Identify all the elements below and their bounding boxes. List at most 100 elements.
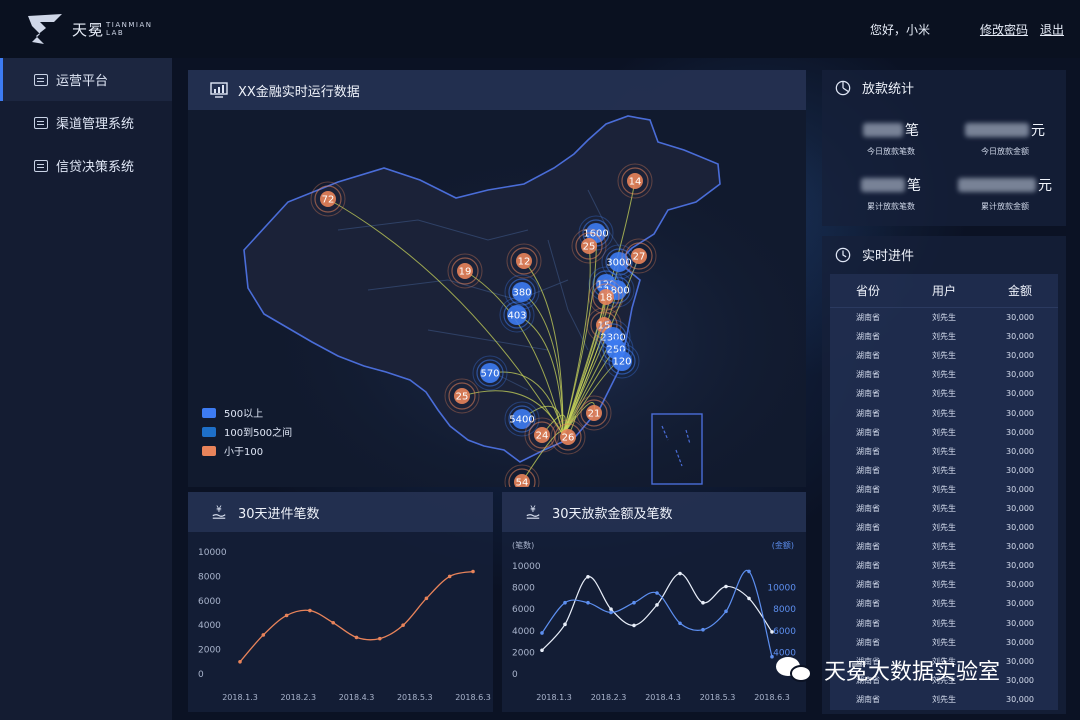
data-point[interactable] bbox=[447, 574, 452, 579]
wechat-icon bbox=[776, 655, 816, 685]
legend-item: 500以上 bbox=[202, 403, 292, 422]
cell-user: 刘先生 bbox=[932, 580, 956, 590]
cell-user: 刘先生 bbox=[932, 370, 956, 380]
right-axis-label: (金额) bbox=[772, 540, 794, 550]
data-point[interactable] bbox=[747, 596, 751, 601]
point-label: 26 bbox=[562, 433, 575, 444]
data-point[interactable] bbox=[308, 608, 312, 613]
table-body: 湖南省 刘先生 30,000 湖南省 刘先生 30,000 湖南省 刘先生 30,000 湖南省刘… bbox=[830, 308, 1058, 709]
table-row: 湖南省 刘先生 30,000 bbox=[830, 556, 1058, 575]
point-label: 570 bbox=[480, 369, 499, 380]
point-label: 72 bbox=[322, 195, 335, 206]
change-password-link[interactable]: 修改密码 bbox=[980, 21, 1028, 38]
data-point[interactable] bbox=[284, 613, 289, 618]
data-point[interactable] bbox=[632, 623, 636, 628]
data-point[interactable] bbox=[701, 627, 705, 632]
cell-user: 刘先生 bbox=[932, 599, 956, 609]
cell-province: 湖南省 bbox=[856, 694, 880, 704]
data-point[interactable] bbox=[724, 584, 728, 589]
cell-amount: 30,000 bbox=[1006, 446, 1034, 456]
stat-label: 今日放款笔数 bbox=[867, 147, 915, 156]
sidebar-item-channel[interactable]: 渠道管理系统 bbox=[0, 101, 172, 144]
x-tick-label: 2018.2.3 bbox=[280, 693, 316, 702]
data-point[interactable] bbox=[655, 603, 659, 607]
data-point[interactable] bbox=[331, 620, 335, 625]
logo-text: 天冕 bbox=[72, 20, 105, 39]
map-panel-header: XX金融实时运行数据 bbox=[188, 70, 806, 110]
cell-amount: 30,000 bbox=[1006, 618, 1034, 628]
data-point[interactable] bbox=[563, 622, 567, 627]
data-point[interactable] bbox=[471, 569, 475, 574]
table-row: 湖南省 刘先生 30,000 bbox=[830, 594, 1058, 613]
cell-province: 湖南省 bbox=[856, 542, 880, 552]
cell-user: 刘先生 bbox=[932, 542, 956, 552]
chart-body: (笔数) (金额) 0 2000 4000 6000 8000 10000 4000 6000 80… bbox=[502, 532, 806, 712]
cell-province: 湖南省 bbox=[856, 484, 880, 494]
data-point[interactable] bbox=[724, 609, 728, 614]
greeting-text: 您好，小米 bbox=[869, 23, 930, 37]
cell-amount: 30,000 bbox=[1006, 484, 1034, 494]
cell-amount: 30,000 bbox=[1006, 542, 1034, 552]
cell-user: 刘先生 bbox=[932, 389, 956, 399]
table-row: 湖南省 刘先生 30,000 bbox=[830, 423, 1058, 442]
cell-user: 刘先生 bbox=[932, 503, 956, 513]
y-tick-label-right: 8000 bbox=[773, 605, 796, 615]
table-row: 湖南省 刘先生 30,000 bbox=[830, 633, 1058, 652]
data-point[interactable] bbox=[563, 600, 567, 605]
y-tick-label-right: 6000 bbox=[773, 627, 796, 637]
data-point[interactable] bbox=[747, 569, 751, 574]
sidebar-item-operations[interactable]: 运营平台 bbox=[0, 58, 172, 101]
data-point[interactable] bbox=[261, 633, 266, 637]
cell-province: 湖南省 bbox=[856, 580, 880, 590]
data-point[interactable] bbox=[701, 600, 705, 605]
left-axis-label: (笔数) bbox=[512, 540, 534, 550]
legend-swatch bbox=[202, 445, 216, 456]
data-point[interactable] bbox=[401, 623, 405, 627]
stat-unit: 元 bbox=[1038, 178, 1052, 194]
y-tick-label: 10000 bbox=[198, 548, 227, 558]
data-point[interactable] bbox=[354, 635, 359, 640]
cell-province: 湖南省 bbox=[856, 389, 880, 399]
table-row: 湖南省 刘先生 30,000 bbox=[830, 575, 1058, 594]
logout-link[interactable]: 退出 bbox=[1040, 21, 1064, 38]
point-label: 18 bbox=[600, 293, 613, 304]
data-point[interactable] bbox=[609, 607, 613, 611]
data-point[interactable] bbox=[632, 600, 636, 605]
applications-line-chart: 0 2000 4000 6000 8000 10000 2018.1.3 2018.2.3 20… bbox=[198, 548, 491, 702]
table-row: 湖南省 刘先生 30,000 bbox=[830, 403, 1058, 422]
legend-swatch bbox=[202, 426, 216, 437]
sidebar-item-label: 信贷决策系统 bbox=[56, 160, 135, 175]
y-tick-label-left: 10000 bbox=[512, 562, 541, 572]
data-point[interactable] bbox=[586, 575, 590, 579]
cell-amount: 30,000 bbox=[1006, 370, 1034, 380]
cell-province: 湖南省 bbox=[856, 465, 880, 475]
data-point[interactable] bbox=[424, 596, 429, 601]
data-point[interactable] bbox=[678, 621, 682, 626]
data-point[interactable] bbox=[540, 631, 544, 635]
data-point[interactable] bbox=[770, 654, 774, 659]
table-row: 湖南省 刘先生 30,000 bbox=[830, 327, 1058, 346]
data-point[interactable] bbox=[540, 648, 544, 653]
data-point[interactable] bbox=[678, 571, 682, 576]
table-header: 省份 用户 金额 bbox=[830, 274, 1058, 308]
data-point[interactable] bbox=[378, 636, 382, 641]
sidebar-item-credit[interactable]: 信贷决策系统 bbox=[0, 144, 172, 187]
table-row: 湖南省 刘先生 30,000 bbox=[830, 461, 1058, 480]
cell-user: 刘先生 bbox=[932, 313, 956, 323]
applications-30d-panel: ¥ 30天进件笔数 0 2000 4000 6000 8000 10000 2018.1.3… bbox=[188, 492, 493, 712]
svg-text:¥: ¥ bbox=[216, 505, 222, 515]
series-line bbox=[541, 569, 773, 657]
data-point[interactable] bbox=[238, 660, 242, 664]
data-point[interactable] bbox=[586, 600, 590, 605]
data-point[interactable] bbox=[655, 591, 659, 595]
yuan-hand-icon: ¥ bbox=[526, 505, 540, 519]
progress-title: 实时进件 bbox=[834, 245, 914, 264]
x-tick-label: 2018.4.3 bbox=[645, 693, 681, 702]
cell-amount: 30,000 bbox=[1006, 561, 1034, 571]
data-point[interactable] bbox=[609, 610, 613, 615]
map-panel: XX金融实时运行数据 72 19 12 14 1600 25 3000 27 120 1800 38… bbox=[188, 70, 806, 487]
cell-province: 湖南省 bbox=[856, 446, 880, 456]
stat-value: 笔 bbox=[836, 120, 946, 140]
data-point[interactable] bbox=[770, 630, 774, 634]
chart-title: 30天进件笔数 bbox=[238, 506, 320, 522]
